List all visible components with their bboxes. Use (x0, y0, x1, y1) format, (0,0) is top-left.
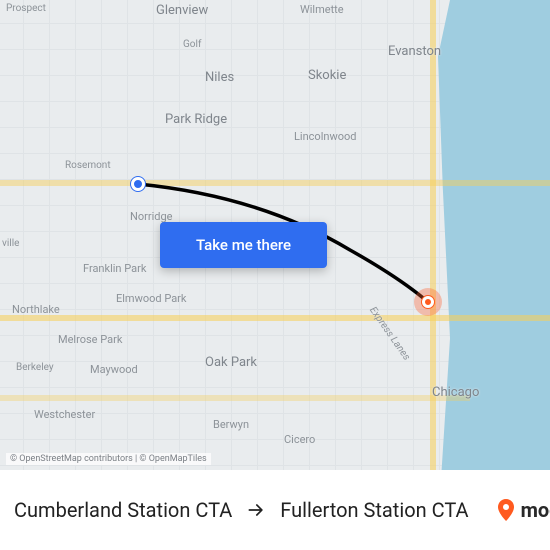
place-label: Franklin Park (83, 262, 146, 275)
place-label: Berkeley (16, 362, 54, 373)
highway (0, 315, 550, 321)
place-label: Glenview (156, 3, 208, 18)
place-label: Skokie (308, 68, 346, 83)
place-label: Golf (183, 39, 201, 50)
moovit-mark-icon (497, 498, 515, 522)
place-label: Elmwood Park (116, 292, 187, 305)
place-label: ville (2, 238, 19, 249)
destination-marker[interactable] (422, 296, 434, 308)
place-label: Melrose Park (58, 333, 122, 346)
place-label: Park Ridge (165, 112, 227, 127)
footer-bar: Cumberland Station CTA Fullerton Station… (0, 470, 550, 550)
place-label: Prospect (6, 3, 46, 14)
map-attribution: © OpenStreetMap contributors | © OpenMap… (6, 453, 211, 465)
map-container[interactable]: Prospect Glenview Wilmette Golf Evanston… (0, 0, 550, 550)
place-label: Oak Park (205, 355, 257, 370)
origin-marker[interactable] (131, 177, 145, 191)
moovit-logo[interactable]: moovit (497, 498, 550, 522)
arrow-right-icon (246, 500, 266, 520)
highway (0, 180, 550, 186)
place-label: Rosemont (65, 160, 111, 171)
place-label: Northlake (12, 303, 60, 316)
place-label: Berwyn (213, 418, 249, 431)
place-label: Niles (205, 70, 234, 85)
highway (0, 395, 470, 401)
to-station-label: Fullerton Station CTA (280, 498, 468, 522)
place-label: Wilmette (300, 3, 344, 16)
from-station-label: Cumberland Station CTA (14, 498, 232, 522)
place-label: Chicago (432, 385, 479, 400)
take-me-there-button[interactable]: Take me there (160, 222, 327, 268)
place-label: Evanston (388, 44, 441, 59)
place-label: Lincolnwood (294, 130, 356, 143)
place-label: Cicero (284, 433, 315, 446)
place-label: Westchester (34, 408, 95, 421)
moovit-wordmark: moovit (521, 498, 550, 522)
place-label: Maywood (90, 363, 138, 376)
